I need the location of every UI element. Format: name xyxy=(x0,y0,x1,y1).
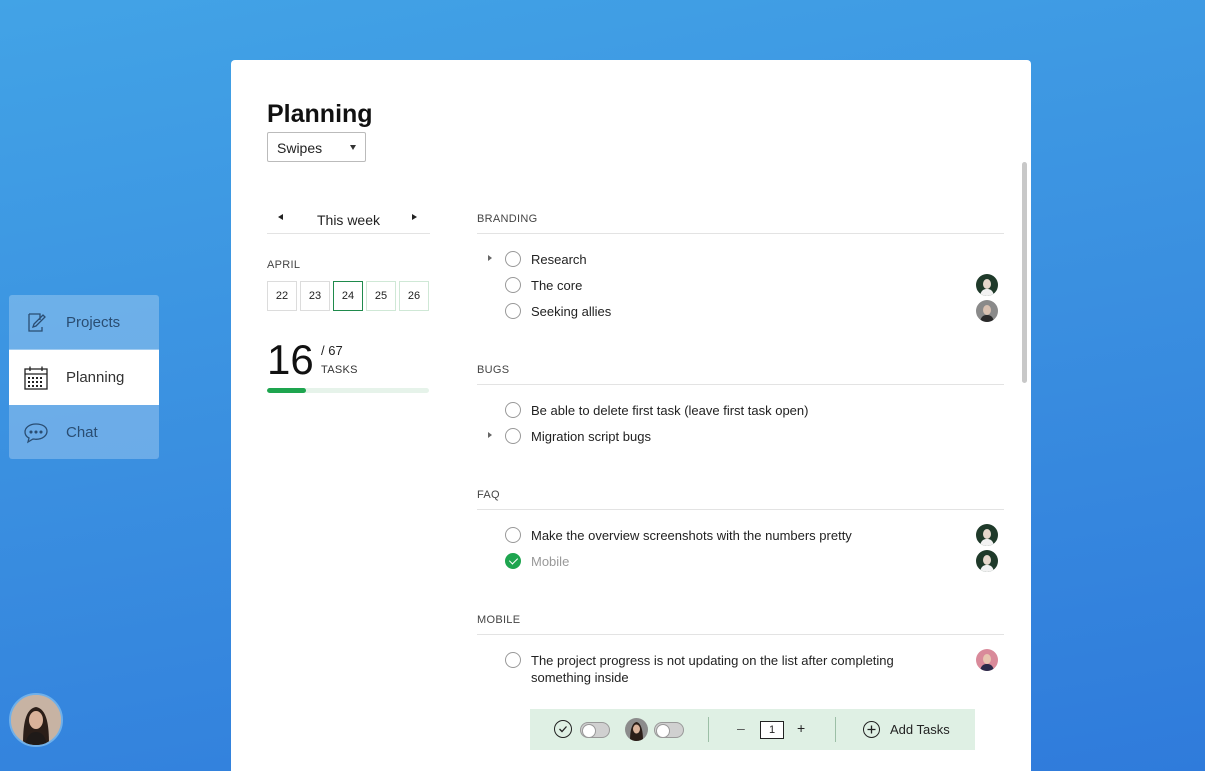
assignee-avatar[interactable] xyxy=(976,274,998,296)
add-tasks-button[interactable]: Add Tasks xyxy=(890,722,950,737)
task-checkbox[interactable] xyxy=(505,303,521,319)
project-select[interactable]: Swipes xyxy=(267,132,366,162)
tasks-label: TASKS xyxy=(321,364,358,376)
divider xyxy=(708,717,709,742)
caret-down-icon xyxy=(350,145,356,150)
nav-item-label: Chat xyxy=(66,424,98,441)
week-navigator: This week xyxy=(267,206,430,234)
next-week-icon[interactable] xyxy=(412,214,417,220)
task-checkbox[interactable] xyxy=(505,652,521,668)
task-row[interactable]: Seeking allies xyxy=(477,298,1004,324)
total-count: / 67 xyxy=(321,343,343,358)
nav-item-projects[interactable]: Projects xyxy=(9,295,159,350)
divider xyxy=(835,717,836,742)
assignee-avatar[interactable] xyxy=(976,649,998,671)
chat-icon xyxy=(23,420,49,446)
bottom-toolbar: – 1 + Add Tasks xyxy=(530,709,975,750)
completed-count: 16 xyxy=(267,336,314,383)
assignee-avatar[interactable] xyxy=(976,300,998,322)
day-24[interactable]: 24 xyxy=(333,281,363,311)
my-tasks-toggle[interactable] xyxy=(654,722,684,738)
section-faq: FAQ xyxy=(477,489,1004,510)
day-picker: 22 23 24 25 26 xyxy=(267,281,429,311)
task-row[interactable]: Migration script bugs xyxy=(477,423,1004,449)
assignee-avatar[interactable] xyxy=(976,550,998,572)
decrease-button[interactable]: – xyxy=(737,720,745,736)
project-select-value: Swipes xyxy=(277,140,323,156)
task-checkbox-checked[interactable] xyxy=(505,553,521,569)
task-checkbox[interactable] xyxy=(505,251,521,267)
task-title: Make the overview screenshots with the n… xyxy=(531,528,852,543)
my-tasks-avatar-icon xyxy=(625,718,648,741)
check-circle-icon xyxy=(554,720,572,738)
increase-button[interactable]: + xyxy=(797,720,805,736)
day-22[interactable]: 22 xyxy=(267,281,297,311)
section-title: FAQ xyxy=(477,489,1004,510)
show-completed-toggle[interactable] xyxy=(580,722,610,738)
task-row[interactable]: Research xyxy=(477,246,1004,272)
task-row[interactable]: Mobile xyxy=(477,548,1004,574)
nav-item-planning[interactable]: Planning xyxy=(9,350,159,405)
section-mobile: MOBILE xyxy=(477,614,1004,635)
sidebar-nav: Projects Planning Chat xyxy=(9,295,159,459)
task-checkbox[interactable] xyxy=(505,277,521,293)
day-26[interactable]: 26 xyxy=(399,281,429,311)
task-title: Migration script bugs xyxy=(531,429,651,444)
day-25[interactable]: 25 xyxy=(366,281,396,311)
user-avatar[interactable] xyxy=(9,693,63,747)
nav-item-label: Planning xyxy=(66,369,125,386)
add-circle-icon xyxy=(863,721,880,738)
assignee-avatar[interactable] xyxy=(976,524,998,546)
task-checkbox[interactable] xyxy=(505,527,521,543)
planning-card: Planning Swipes This week APRIL 22 23 24… xyxy=(231,60,1031,771)
month-label: APRIL xyxy=(267,259,301,271)
task-title: Mobile xyxy=(531,554,570,569)
progress-bar xyxy=(267,388,429,393)
task-title: The project progress is not updating on … xyxy=(531,653,894,685)
section-bugs: BUGS xyxy=(477,364,1004,385)
section-title: BRANDING xyxy=(477,213,1004,234)
expand-icon[interactable] xyxy=(488,432,492,438)
task-title: Be able to delete first task (leave firs… xyxy=(531,403,809,418)
task-checkbox[interactable] xyxy=(505,402,521,418)
day-23[interactable]: 23 xyxy=(300,281,330,311)
section-branding: BRANDING xyxy=(477,213,1004,234)
expand-icon[interactable] xyxy=(488,255,492,261)
task-title: Seeking allies xyxy=(531,304,612,319)
scrollbar[interactable] xyxy=(1022,162,1027,383)
edit-icon xyxy=(23,309,49,335)
task-row[interactable]: The core xyxy=(477,272,1004,298)
nav-item-chat[interactable]: Chat xyxy=(9,405,159,459)
calendar-icon xyxy=(23,365,49,391)
page-title: Planning xyxy=(267,100,373,128)
progress-fill xyxy=(267,388,306,393)
task-title: Research xyxy=(531,252,587,267)
task-title: The core xyxy=(531,278,583,293)
task-row[interactable]: Be able to delete first task (leave firs… xyxy=(477,397,1004,423)
nav-item-label: Projects xyxy=(66,313,121,331)
task-row[interactable]: Make the overview screenshots with the n… xyxy=(477,522,1004,548)
quantity-input[interactable]: 1 xyxy=(760,721,784,739)
task-row[interactable]: The project progress is not updating on … xyxy=(477,647,1004,687)
task-checkbox[interactable] xyxy=(505,428,521,444)
section-title: MOBILE xyxy=(477,614,1004,635)
section-title: BUGS xyxy=(477,364,1004,385)
week-label: This week xyxy=(316,212,381,228)
